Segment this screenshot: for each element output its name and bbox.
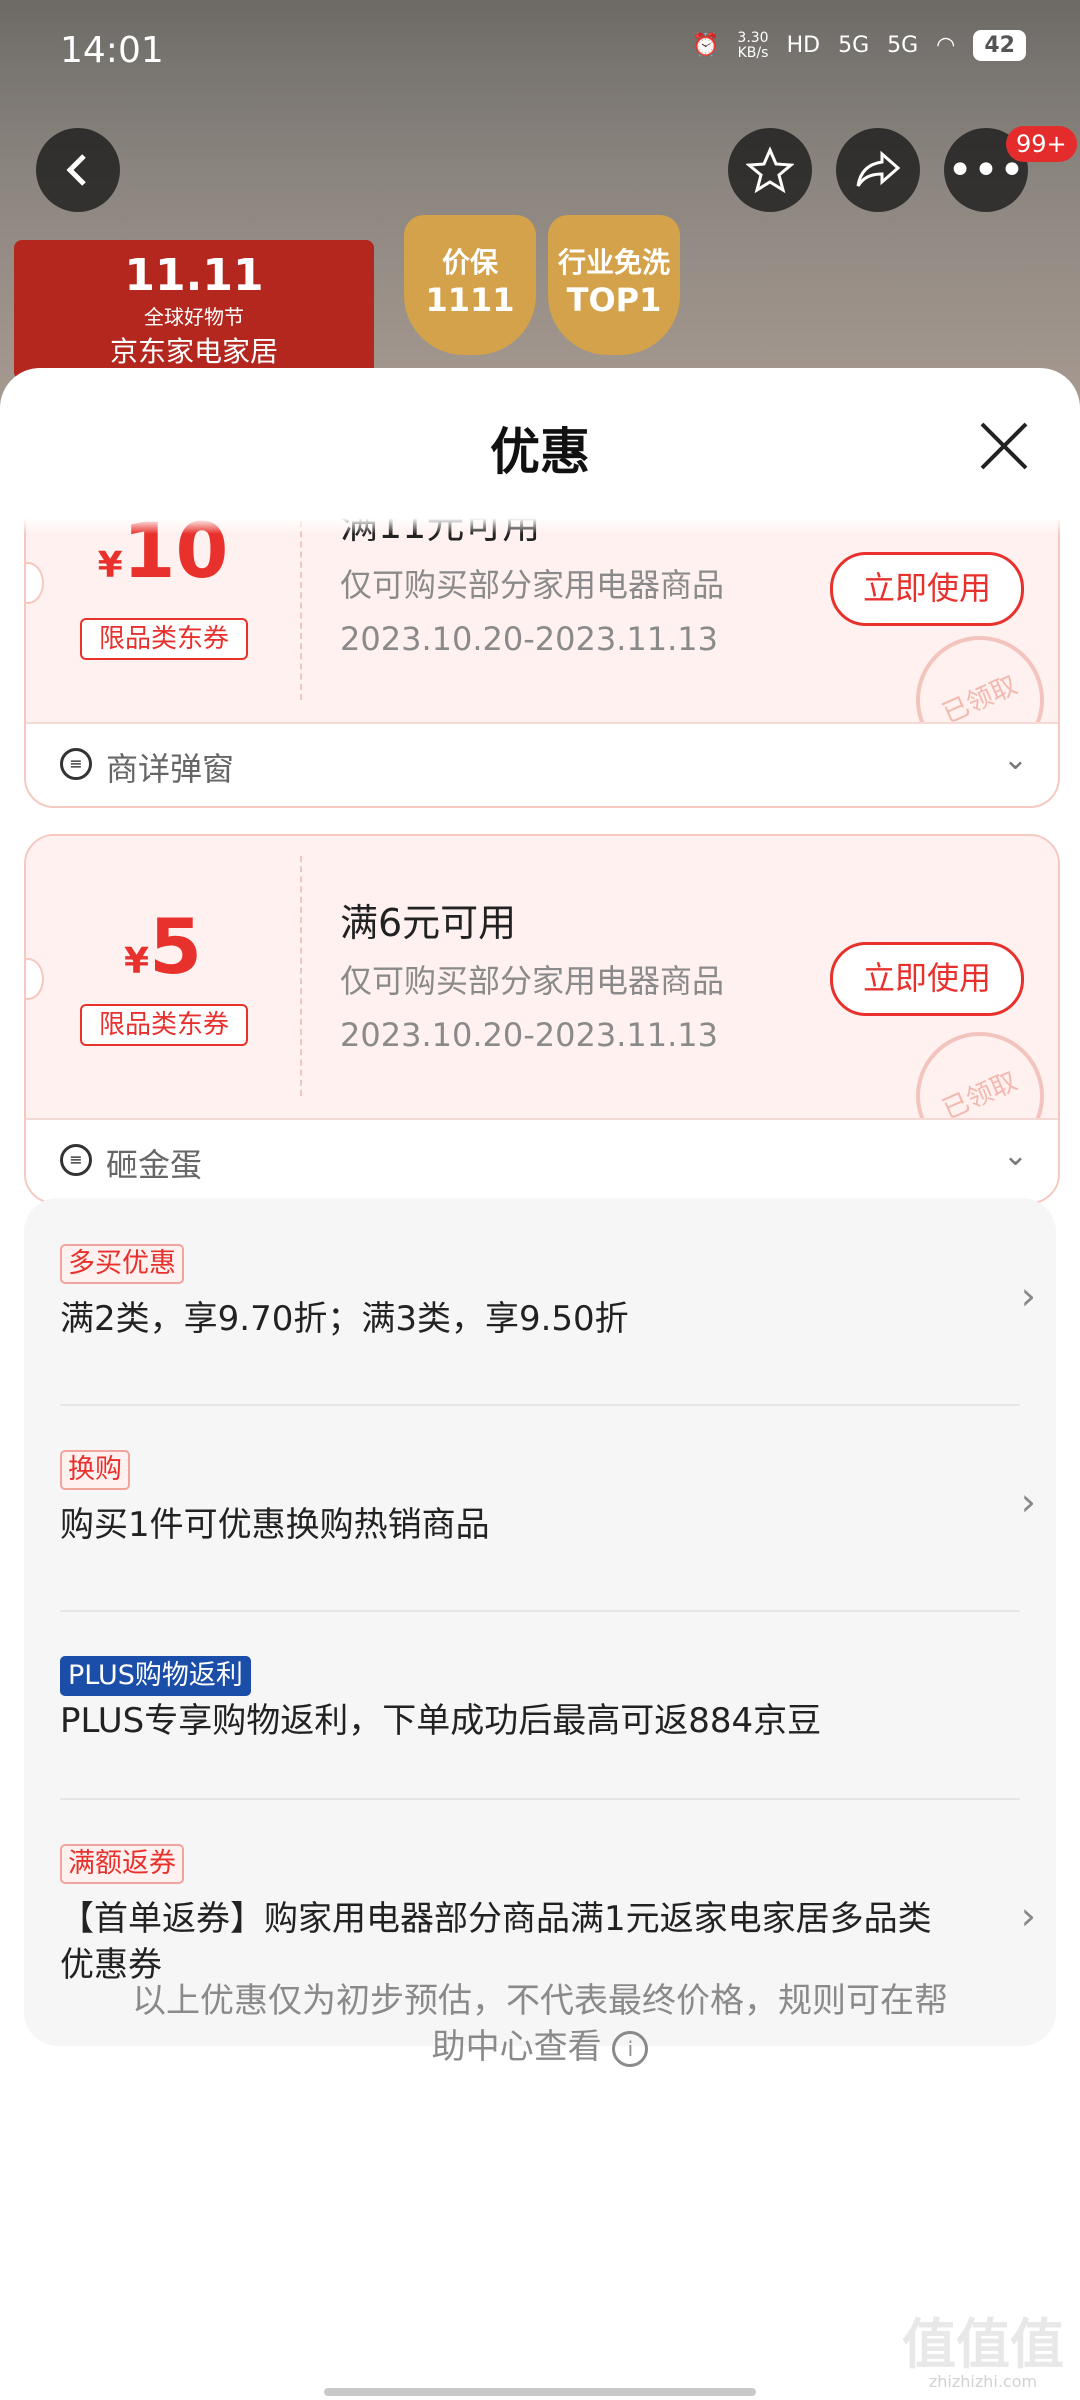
chevron-down-icon: ⌄	[1002, 1138, 1028, 1173]
coupon-validity: 2023.10.20-2023.11.13	[340, 620, 718, 658]
chevron-down-icon: ⌄	[1002, 742, 1028, 777]
coupon-source-row[interactable]: ≡ 商详弹窗 ⌄	[26, 722, 1058, 806]
status-icons: ⏰ 3.30 KB/s HD 5G 5G ◠ 42	[692, 30, 1026, 61]
status-time: 14:01	[60, 30, 164, 71]
promo-tag: PLUS购物返利	[60, 1656, 251, 1696]
discount-sheet: 优惠 ¥10 限品类东券 满11元可用 仅可购买部分家用电器商品 2023.10…	[0, 368, 1080, 2400]
favorite-button[interactable]	[728, 128, 812, 212]
coupon-source-icon: ≡	[60, 748, 92, 780]
event-title: 11.11	[124, 250, 264, 301]
sheet-title: 优惠	[490, 423, 590, 481]
event-subtitle: 全球好物节	[144, 305, 244, 329]
use-now-button[interactable]: 立即使用	[830, 942, 1024, 1016]
industry-badge: 行业免洗 TOP1	[548, 215, 680, 355]
coupon-source-icon: ≡	[60, 1144, 92, 1176]
promo-item-plus-rebate: PLUS购物返利 PLUS专享购物返利，下单成功后最高可返884京豆	[60, 1656, 1020, 1744]
divider	[60, 1404, 1020, 1406]
chevron-right-icon: ›	[1020, 1894, 1036, 1938]
coupon-card: ¥5 限品类东券 满6元可用 仅可购买部分家用电器商品 2023.10.20-2…	[24, 834, 1060, 1204]
product-header-background: 14:01 ⏰ 3.30 KB/s HD 5G 5G ◠ 42 ••• 99+ …	[0, 0, 1080, 430]
sheet-content[interactable]: ¥10 限品类东券 满11元可用 仅可购买部分家用电器商品 2023.10.20…	[0, 518, 1080, 2400]
coupon-source-label: 商详弹窗	[106, 750, 235, 788]
promo-text: PLUS专享购物返利，下单成功后最高可返884京豆	[60, 1701, 822, 1741]
disclaimer: 以上优惠仅为初步预估，不代表最终价格，规则可在帮助中心查看 i	[132, 1981, 948, 2067]
coupon-source-row[interactable]: ≡ 砸金蛋 ⌄	[26, 1118, 1058, 1202]
divider	[60, 1610, 1020, 1612]
star-icon	[746, 146, 794, 194]
share-icon	[856, 150, 901, 187]
close-icon[interactable]	[978, 420, 1030, 472]
chevron-left-icon	[66, 154, 86, 186]
alarm-icon: ⏰	[692, 33, 720, 58]
battery-icon: 42	[973, 30, 1026, 61]
promo-tag: 多买优惠	[60, 1244, 184, 1284]
use-now-button[interactable]: 立即使用	[830, 552, 1024, 626]
promo-tag: 换购	[60, 1450, 130, 1490]
promo-item-trade-in[interactable]: 换购 购买1件可优惠换购热销商品	[60, 1450, 1020, 1548]
home-indicator[interactable]	[324, 2388, 756, 2396]
info-icon[interactable]: i	[612, 2030, 649, 2067]
promo-text: 【首单返券】购家用电器部分商品满1元返家电家居多品类优惠券	[60, 1899, 932, 1985]
back-button[interactable]	[36, 128, 120, 212]
coupon-card: ¥10 限品类东券 满11元可用 仅可购买部分家用电器商品 2023.10.20…	[24, 518, 1060, 808]
promotions-panel: 多买优惠 满2类，享9.70折；满3类，享9.50折 › 换购 购买1件可优惠换…	[24, 1198, 1056, 2046]
coupon-amount: ¥5	[124, 902, 202, 991]
coupon-threshold: 满6元可用	[340, 901, 517, 945]
status-bar: 14:01 ⏰ 3.30 KB/s HD 5G 5G ◠ 42	[0, 0, 1080, 96]
net-speed: 3.30 KB/s	[737, 29, 769, 61]
chevron-right-icon: ›	[1020, 1274, 1036, 1318]
cart-count-badge: 99+	[1006, 126, 1077, 162]
promo-item-multi-buy[interactable]: 多买优惠 满2类，享9.70折；满3类，享9.50折	[60, 1244, 1020, 1342]
signal-icon: 5G	[887, 33, 919, 58]
coupon-source-label: 砸金蛋	[106, 1146, 203, 1184]
promo-text: 购买1件可优惠换购热销商品	[60, 1505, 490, 1545]
promo-tag: 满额返券	[60, 1844, 184, 1884]
wifi-icon: ◠	[936, 33, 956, 58]
promo-text: 满2类，享9.70折；满3类，享9.50折	[60, 1299, 629, 1339]
divider	[60, 1798, 1020, 1800]
store-name: 京东家电家居	[109, 335, 278, 368]
chevron-right-icon: ›	[1020, 1480, 1036, 1524]
watermark-logo: 值值值 zhizhizhi.com	[902, 2313, 1064, 2392]
coupon-validity: 2023.10.20-2023.11.13	[340, 1016, 718, 1054]
promo-item-coupon-return[interactable]: 满额返券 【首单返券】购家用电器部分商品满1元返家电家居多品类优惠券	[60, 1844, 1020, 1988]
coupon-scope: 仅可购买部分家用电器商品	[340, 962, 725, 1000]
signal-icon: 5G	[838, 33, 870, 58]
promo-banner: 11.11 全球好物节 京东家电家居	[14, 240, 374, 380]
share-button[interactable]	[836, 128, 920, 212]
hd-icon: HD	[786, 33, 821, 58]
coupon-type-tag: 限品类东券	[80, 618, 248, 660]
coupon-type-tag: 限品类东券	[80, 1004, 248, 1046]
price-protect-badge: 价保 1111	[404, 215, 536, 355]
coupon-scope: 仅可购买部分家用电器商品	[340, 566, 725, 604]
